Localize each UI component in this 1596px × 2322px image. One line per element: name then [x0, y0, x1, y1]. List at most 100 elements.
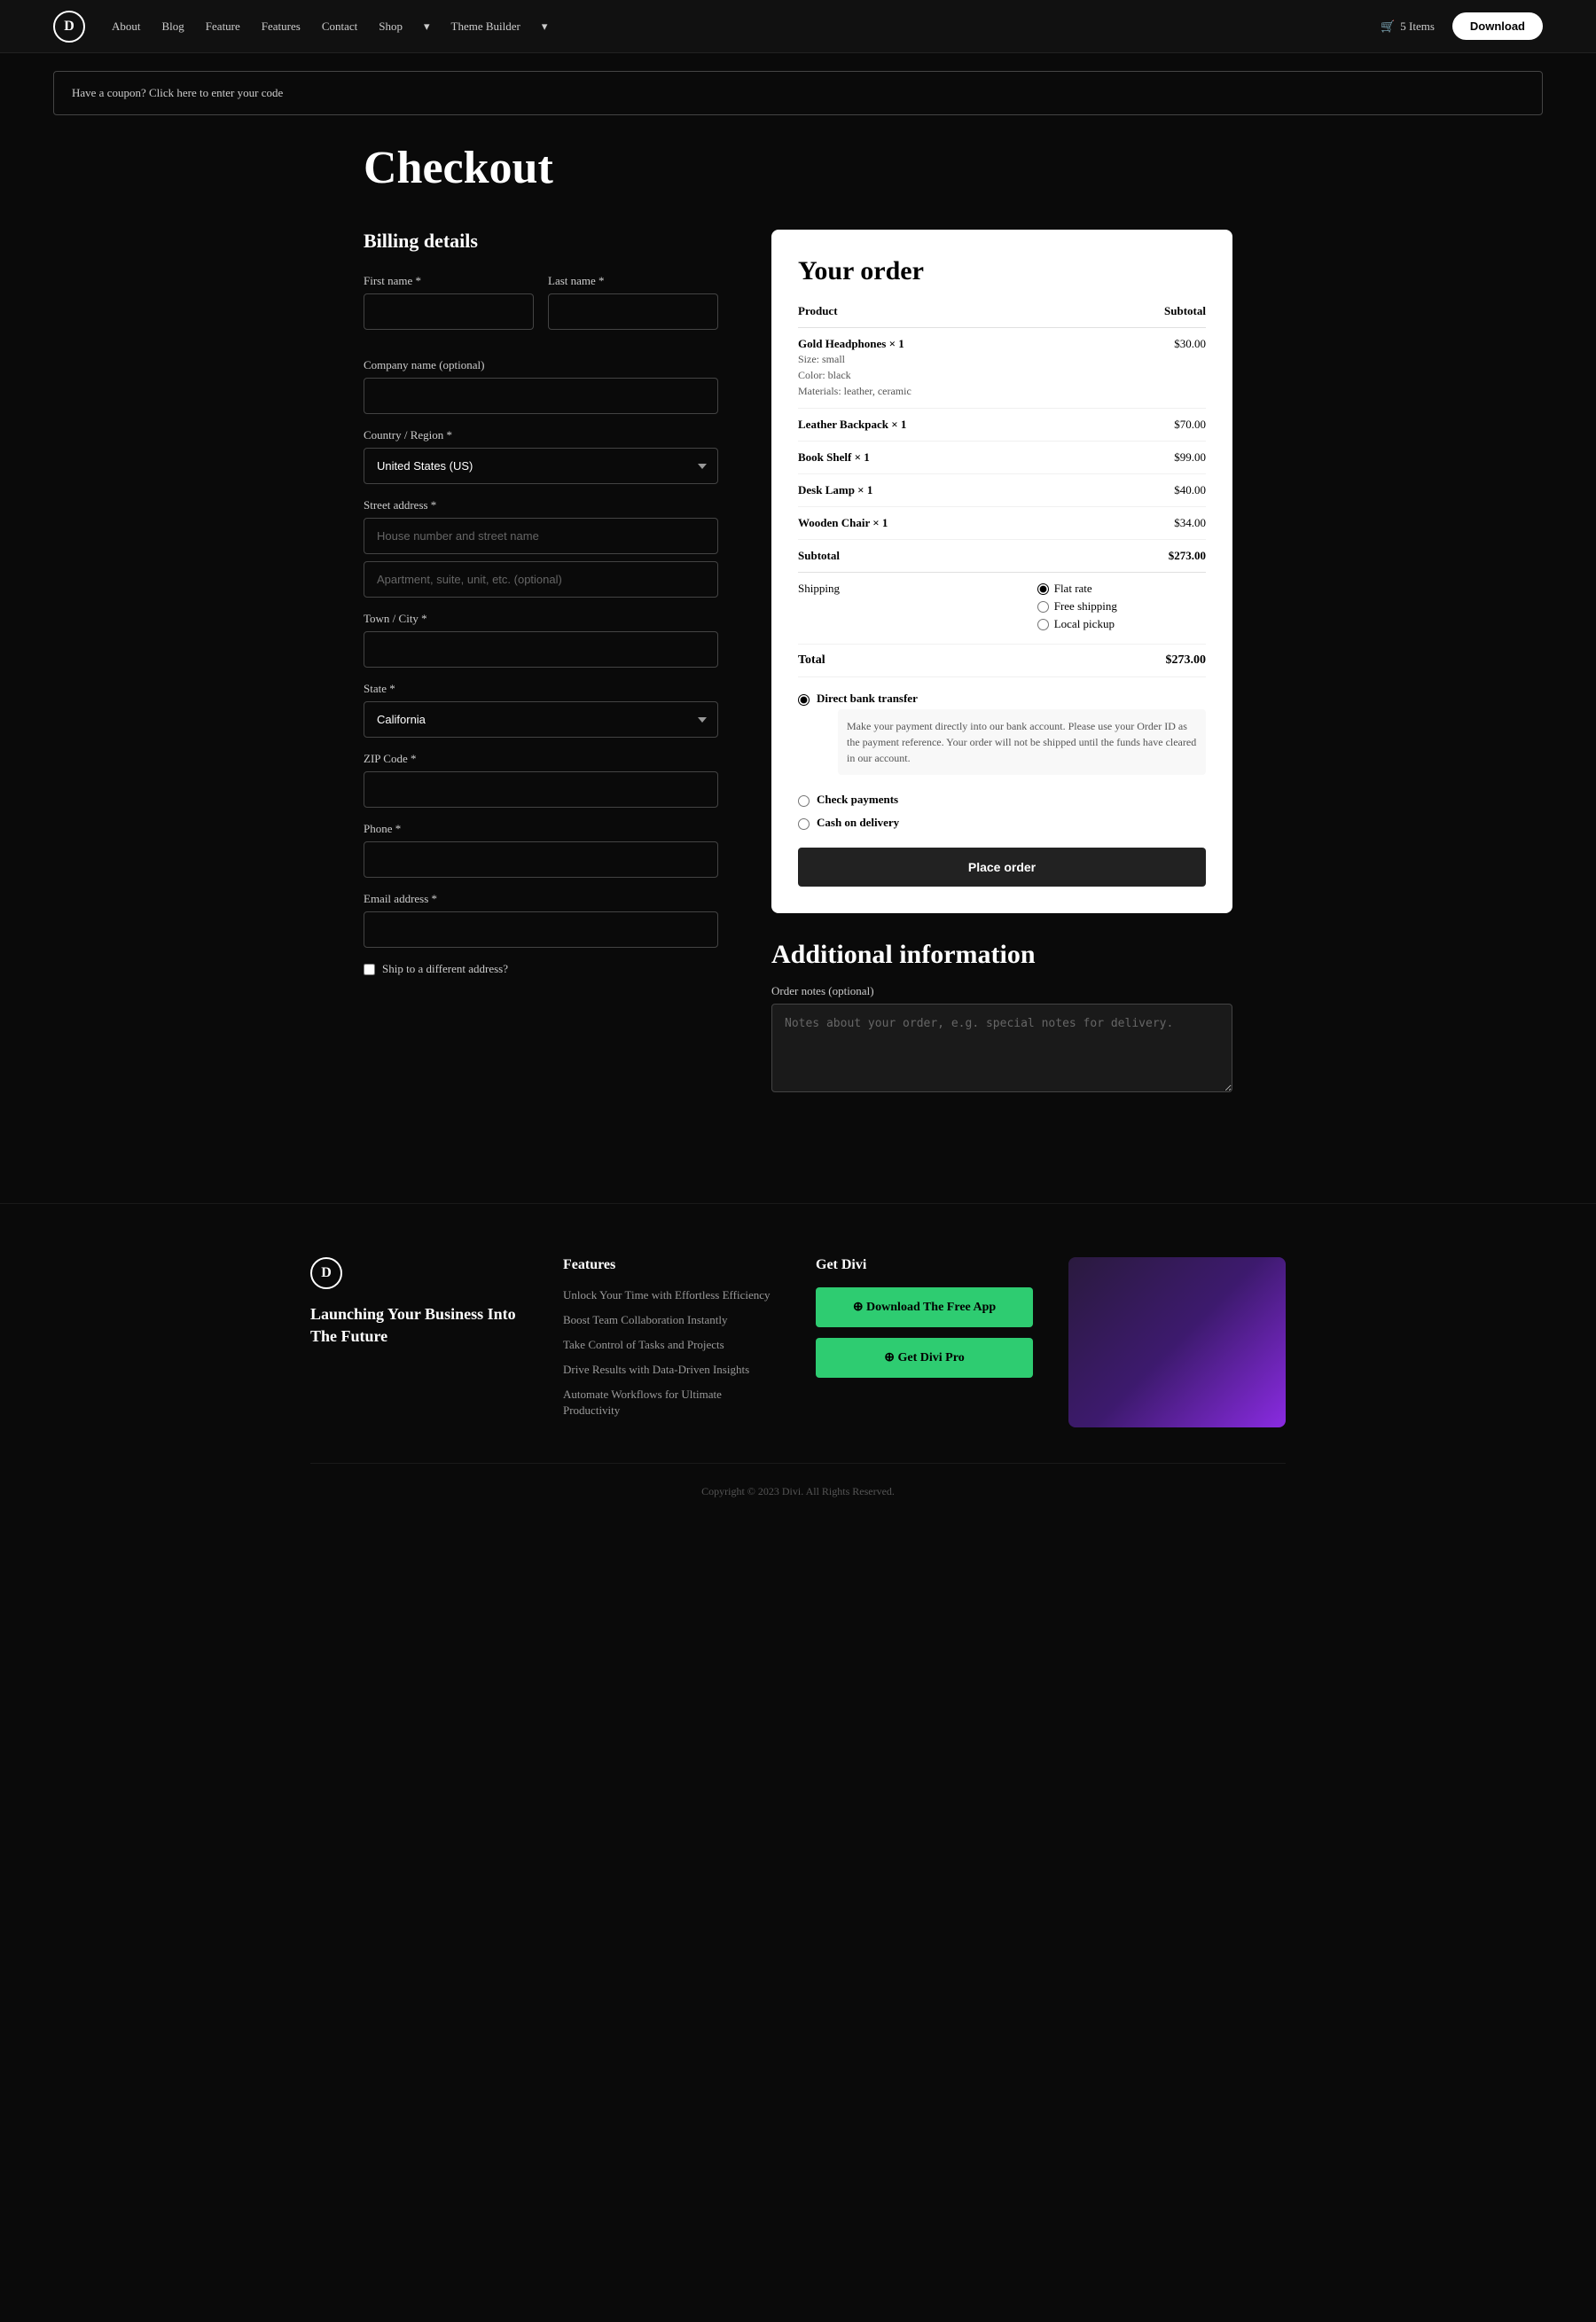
- list-item: Drive Results with Data-Driven Insights: [563, 1362, 780, 1378]
- shipping-row: Shipping Flat rate Free shipp: [798, 573, 1206, 645]
- nav-feature[interactable]: Feature: [206, 20, 240, 34]
- product-name: Leather Backpack × 1: [798, 418, 1037, 432]
- footer-copyright: Copyright © 2023 Divi. All Rights Reserv…: [310, 1463, 1286, 1498]
- payment-option-check: Check payments: [798, 793, 1206, 807]
- city-group: Town / City *: [364, 612, 718, 668]
- shipping-free-radio[interactable]: [1037, 601, 1049, 613]
- state-select[interactable]: California: [364, 701, 718, 738]
- footer-grid: D Launching Your Business Into The Futur…: [310, 1257, 1286, 1427]
- place-order-button[interactable]: Place order: [798, 848, 1206, 887]
- feature-link-1[interactable]: Unlock Your Time with Effortless Efficie…: [563, 1288, 771, 1302]
- footer-image-area: [1068, 1257, 1286, 1427]
- shipping-option-free: Free shipping: [1037, 599, 1206, 614]
- order-title: Your order: [798, 256, 1206, 286]
- order-box: Your order Product Subtotal Gold Headpho…: [771, 230, 1232, 913]
- product-name: Book Shelf × 1: [798, 450, 1037, 465]
- payment-check-radio[interactable]: [798, 795, 810, 807]
- footer-get-divi-col: Get Divi ⊕ Download The Free App ⊕ Get D…: [816, 1257, 1033, 1427]
- nav-cart[interactable]: 🛒 5 Items: [1381, 20, 1435, 34]
- product-price: $40.00: [1037, 474, 1206, 507]
- phone-group: Phone *: [364, 822, 718, 878]
- subtotal-value: $273.00: [1037, 540, 1206, 573]
- shipping-label: Shipping: [798, 573, 1037, 645]
- total-value: $273.00: [1037, 645, 1206, 677]
- billing-form: Billing details First name * Last name *…: [364, 230, 718, 976]
- zip-input[interactable]: [364, 771, 718, 808]
- subtotal-label: Subtotal: [798, 540, 1037, 573]
- ship-different-checkbox[interactable]: [364, 964, 375, 975]
- list-item: Take Control of Tasks and Projects: [563, 1337, 780, 1353]
- apt-input[interactable]: [364, 561, 718, 598]
- name-row: First name * Last name *: [364, 274, 718, 344]
- footer-features-links: Unlock Your Time with Effortless Efficie…: [563, 1287, 780, 1419]
- nav-about[interactable]: About: [112, 20, 141, 34]
- table-row: Gold Headphones × 1 Size: smallColor: bl…: [798, 328, 1206, 409]
- nav-right: 🛒 5 Items Download: [1381, 12, 1543, 40]
- shipping-local-radio[interactable]: [1037, 619, 1049, 630]
- payment-option-cod: Cash on delivery: [798, 816, 1206, 830]
- last-name-group: Last name *: [548, 274, 718, 330]
- company-label: Company name (optional): [364, 358, 718, 372]
- footer-features-col: Features Unlock Your Time with Effortles…: [563, 1257, 780, 1427]
- company-group: Company name (optional): [364, 358, 718, 414]
- checkout-title: Checkout: [364, 142, 1232, 194]
- footer-brand: D Launching Your Business Into The Futur…: [310, 1257, 528, 1427]
- shipping-flat-radio[interactable]: [1037, 583, 1049, 595]
- payment-bank-desc: Make your payment directly into our bank…: [838, 709, 1206, 775]
- payment-option-bank: Direct bank transfer Make your payment d…: [798, 692, 1206, 784]
- table-row: Desk Lamp × 1 $40.00: [798, 474, 1206, 507]
- feature-link-3[interactable]: Take Control of Tasks and Projects: [563, 1338, 724, 1351]
- coupon-bar[interactable]: Have a coupon? Click here to enter your …: [53, 71, 1543, 115]
- footer-download-btn[interactable]: ⊕ Download The Free App: [816, 1287, 1033, 1327]
- order-notes-textarea[interactable]: [771, 1004, 1232, 1092]
- state-group: State * California: [364, 682, 718, 738]
- last-name-input[interactable]: [548, 293, 718, 330]
- phone-label: Phone *: [364, 822, 718, 836]
- last-name-label: Last name *: [548, 274, 718, 288]
- footer-pro-btn[interactable]: ⊕ Get Divi Pro: [816, 1338, 1033, 1378]
- nav-contact[interactable]: Contact: [322, 20, 357, 34]
- payment-cod-radio[interactable]: [798, 818, 810, 830]
- footer-tagline: Launching Your Business Into The Future: [310, 1303, 528, 1348]
- state-label: State *: [364, 682, 718, 696]
- nav-features[interactable]: Features: [262, 20, 301, 34]
- shipping-options: Flat rate Free shipping Local pickup: [1037, 582, 1206, 631]
- list-item: Unlock Your Time with Effortless Efficie…: [563, 1287, 780, 1303]
- payment-bank-radio[interactable]: [798, 694, 810, 706]
- product-price: $34.00: [1037, 507, 1206, 540]
- first-name-input[interactable]: [364, 293, 534, 330]
- order-notes-label: Order notes (optional): [771, 984, 1232, 998]
- product-name: Gold Headphones × 1: [798, 337, 1037, 351]
- col-subtotal: Subtotal: [1037, 304, 1206, 328]
- order-table: Product Subtotal Gold Headphones × 1 Siz…: [798, 304, 1206, 677]
- nav-download-button[interactable]: Download: [1452, 12, 1543, 40]
- shipping-option-local: Local pickup: [1037, 617, 1206, 631]
- nav-blog[interactable]: Blog: [162, 20, 184, 34]
- checkout-grid: Billing details First name * Last name *…: [364, 230, 1232, 1097]
- company-input[interactable]: [364, 378, 718, 414]
- navigation: D About Blog Feature Features Contact Sh…: [0, 0, 1596, 53]
- city-input[interactable]: [364, 631, 718, 668]
- product-name: Wooden Chair × 1: [798, 516, 1037, 530]
- payment-section: Direct bank transfer Make your payment d…: [798, 692, 1206, 887]
- street-input[interactable]: [364, 518, 718, 554]
- product-price: $30.00: [1037, 328, 1206, 409]
- country-label: Country / Region *: [364, 428, 718, 442]
- additional-title: Additional information: [771, 940, 1232, 970]
- street-group: Street address *: [364, 498, 718, 598]
- feature-link-2[interactable]: Boost Team Collaboration Instantly: [563, 1313, 728, 1326]
- phone-input[interactable]: [364, 841, 718, 878]
- email-input[interactable]: [364, 911, 718, 948]
- total-row: Total $273.00: [798, 645, 1206, 677]
- nav-theme-builder[interactable]: Theme Builder: [451, 20, 520, 34]
- footer: D Launching Your Business Into The Futur…: [0, 1203, 1596, 1552]
- product-details: Size: smallColor: blackMaterials: leathe…: [798, 351, 1037, 399]
- feature-link-4[interactable]: Drive Results with Data-Driven Insights: [563, 1363, 749, 1376]
- nav-shop[interactable]: Shop: [379, 20, 403, 34]
- country-select[interactable]: United States (US): [364, 448, 718, 484]
- first-name-label: First name *: [364, 274, 534, 288]
- feature-link-5[interactable]: Automate Workflows for Ultimate Producti…: [563, 1388, 722, 1417]
- table-row: Book Shelf × 1 $99.00: [798, 442, 1206, 474]
- table-row: Leather Backpack × 1 $70.00: [798, 409, 1206, 442]
- list-item: Automate Workflows for Ultimate Producti…: [563, 1387, 780, 1419]
